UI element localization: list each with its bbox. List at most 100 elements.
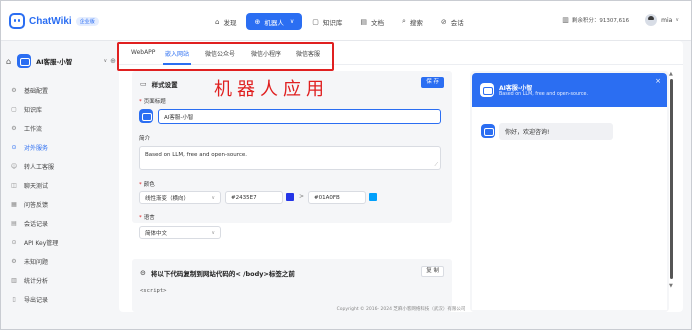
avatar[interactable] bbox=[645, 14, 658, 26]
color-from-value: #2435E7 bbox=[231, 194, 257, 201]
page-title-value: AI客服-小智 bbox=[164, 114, 194, 121]
required-mark: * bbox=[139, 182, 142, 188]
sidebar-item-api-key[interactable]: ⊙ API Key管理 bbox=[1, 233, 119, 252]
nav-sessions[interactable]: ⊘ 会话 bbox=[433, 13, 472, 30]
add-circle-icon[interactable]: ⊕ bbox=[110, 57, 116, 65]
search-icon: ⌕ bbox=[401, 17, 406, 25]
copy-button[interactable]: 复 制 bbox=[421, 266, 444, 277]
sidebar: ⌂ AI客服-小智 ∨ ⊕ ⚙ 基础配置 ▢ 知识库 ⚙ 工作流 ⊙ 对外服务 bbox=[1, 41, 119, 329]
scroll-up-icon[interactable]: ▲ bbox=[669, 71, 673, 77]
sidebar-item-knowledge-base[interactable]: ▢ 知识库 bbox=[1, 100, 119, 119]
language-select[interactable]: 简体中文 ∨ bbox=[139, 226, 221, 239]
scroll-down-icon[interactable]: ▼ bbox=[669, 283, 673, 289]
bot-avatar-icon bbox=[17, 54, 32, 68]
preview-title: AI客服-小智 bbox=[499, 85, 533, 92]
sidebar-item-label: 统计分析 bbox=[24, 278, 49, 285]
sidebar-item-chat-test[interactable]: ◫ 聊天测试 bbox=[1, 176, 119, 195]
sidebar-item-statistics[interactable]: ▥ 统计分析 bbox=[1, 271, 119, 290]
embed-code-panel: ⊝ 将以下代码复制到网站代码的< /body>标签之前 复 制 <script> bbox=[132, 259, 452, 312]
required-mark: * bbox=[139, 215, 142, 221]
color-to-input[interactable]: #01A0FB bbox=[308, 191, 366, 204]
scrollbar[interactable]: ▲ ▼ bbox=[669, 71, 675, 289]
credits: ▥ 剩余积分：91307,616 bbox=[562, 16, 629, 24]
nav-documents[interactable]: ▤ 文档 bbox=[352, 13, 392, 30]
top-nav: ⌂ 发现 ⊕ 机器人 ∨ ▢ 知识库 ▤ 文档 ⌕ 搜索 ⊘ 会话 bbox=[207, 13, 474, 30]
tab-wechat-service[interactable]: 微信客服 bbox=[296, 49, 320, 58]
credits-icon: ▥ bbox=[562, 16, 569, 24]
knowledge-base-icon: ▢ bbox=[312, 17, 319, 26]
embed-code[interactable]: <script> bbox=[140, 288, 167, 294]
sidebar-item-export-records[interactable]: ▯ 导出记录 bbox=[1, 290, 119, 309]
export-icon: ▯ bbox=[12, 296, 16, 303]
bot-avatar-icon bbox=[480, 83, 494, 97]
sidebar-item-label: 会话记录 bbox=[24, 221, 49, 228]
nav-knowledge-base[interactable]: ▢ 知识库 bbox=[304, 13, 350, 30]
save-button[interactable]: 保 存 bbox=[421, 77, 444, 88]
embed-code-title: 将以下代码复制到网站代码的< /body>标签之前 bbox=[150, 270, 295, 278]
nav-label: 会话 bbox=[450, 18, 464, 27]
nav-discover[interactable]: ⌂ 发现 bbox=[207, 13, 244, 30]
intro-label: 简介 bbox=[139, 136, 151, 142]
preview-subtitle: Based on LLM, free and open-source. bbox=[499, 92, 588, 97]
page-title-input[interactable]: AI客服-小智 bbox=[158, 109, 441, 124]
sidebar-item-label: 问答反馈 bbox=[24, 202, 49, 209]
workflow-icon: ⚙ bbox=[11, 125, 17, 132]
account-area: ▥ 剩余积分：91307,616 mia ∨ bbox=[562, 14, 679, 26]
chevron-down-icon: ∨ bbox=[289, 18, 295, 25]
sidebar-item-label: 知识库 bbox=[24, 107, 43, 114]
nav-label: 知识库 bbox=[322, 18, 343, 27]
color-from-swatch[interactable] bbox=[286, 193, 294, 201]
bot-selector[interactable]: ⌂ AI客服-小智 ∨ ⊕ bbox=[6, 52, 116, 70]
home-icon[interactable]: ⌂ bbox=[6, 57, 11, 66]
arrow-right-icon: > bbox=[299, 193, 305, 200]
tab-embed-website[interactable]: 嵌入网站 bbox=[165, 49, 189, 58]
nav-label: 文档 bbox=[370, 18, 384, 27]
color-from-input[interactable]: #2435E7 bbox=[225, 191, 283, 204]
sidebar-item-unknown-questions[interactable]: ⚙ 未知问题 bbox=[1, 252, 119, 271]
sidebar-item-basic-config[interactable]: ⚙ 基础配置 bbox=[1, 81, 119, 100]
greeting-bubble: 你好，欢迎咨询! bbox=[499, 123, 613, 140]
style-settings-panel: ▭ 样式设置 机器人应用 保 存 * 页面标题 AI客服-小智 简介 Based … bbox=[132, 71, 452, 223]
tab-webapp[interactable]: WebAPP bbox=[131, 49, 155, 56]
feedback-icon: ▦ bbox=[11, 201, 17, 208]
resize-handle-icon[interactable]: ⟋ bbox=[434, 162, 438, 168]
gradient-select[interactable]: 线性渐变（横向） ∨ bbox=[139, 191, 221, 204]
sidebar-item-label: API Key管理 bbox=[24, 240, 59, 247]
sidebar-item-qa-feedback[interactable]: ▦ 问答反馈 bbox=[1, 195, 119, 214]
preview-body: 你好，欢迎咨询! bbox=[472, 107, 667, 310]
chevron-down-icon[interactable]: ∨ bbox=[675, 17, 679, 23]
intro-value: Based on LLM, free and open-source. bbox=[145, 152, 248, 158]
sidebar-item-external-service[interactable]: ⊙ 对外服务 bbox=[1, 138, 119, 157]
robot-icon: ⊕ bbox=[254, 17, 261, 26]
knowledge-base-icon: ▢ bbox=[11, 106, 17, 113]
api-key-icon: ⊙ bbox=[11, 239, 17, 246]
settings-icon: ⚙ bbox=[11, 87, 17, 94]
chevron-down-icon[interactable]: ∨ bbox=[103, 58, 107, 64]
color-label: * 颜色 bbox=[139, 180, 155, 188]
sidebar-item-label: 基础配置 bbox=[24, 88, 49, 95]
bot-avatar-icon[interactable] bbox=[139, 109, 153, 123]
statistics-icon: ▥ bbox=[11, 277, 17, 284]
agent-icon: ☺ bbox=[10, 163, 18, 170]
close-icon[interactable]: × bbox=[655, 77, 661, 85]
sidebar-item-label: 工作流 bbox=[24, 126, 43, 133]
tab-wechat-official[interactable]: 微信公众号 bbox=[205, 49, 235, 58]
sidebar-item-session-records[interactable]: ▤ 会话记录 bbox=[1, 214, 119, 233]
sidebar-item-human-handoff[interactable]: ☺ 转人工客服 bbox=[1, 157, 119, 176]
nav-robot[interactable]: ⊕ 机器人 ∨ bbox=[246, 13, 303, 30]
main-content: WebAPP 嵌入网站 微信公众号 微信小程序 微信客服 ▭ 样式设置 机器人应… bbox=[119, 41, 683, 312]
sidebar-item-label: 导出记录 bbox=[24, 297, 49, 304]
monitor-icon: ▭ bbox=[140, 80, 147, 88]
chat-test-icon: ◫ bbox=[11, 182, 17, 189]
color-to-swatch[interactable] bbox=[369, 193, 377, 201]
intro-textarea[interactable]: Based on LLM, free and open-source. ⟋ bbox=[139, 146, 441, 170]
scroll-thumb[interactable] bbox=[670, 79, 673, 279]
sidebar-item-workflow[interactable]: ⚙ 工作流 bbox=[1, 119, 119, 138]
logo[interactable]: ChatWiki 企业版 bbox=[9, 13, 99, 29]
tab-wechat-miniprogram[interactable]: 微信小程序 bbox=[251, 49, 281, 58]
user-name[interactable]: mia bbox=[661, 17, 672, 24]
nav-label: 搜索 bbox=[409, 18, 423, 27]
brand-name: ChatWiki bbox=[29, 15, 72, 27]
nav-search[interactable]: ⌕ 搜索 bbox=[394, 13, 431, 30]
active-tab-indicator bbox=[163, 63, 191, 65]
